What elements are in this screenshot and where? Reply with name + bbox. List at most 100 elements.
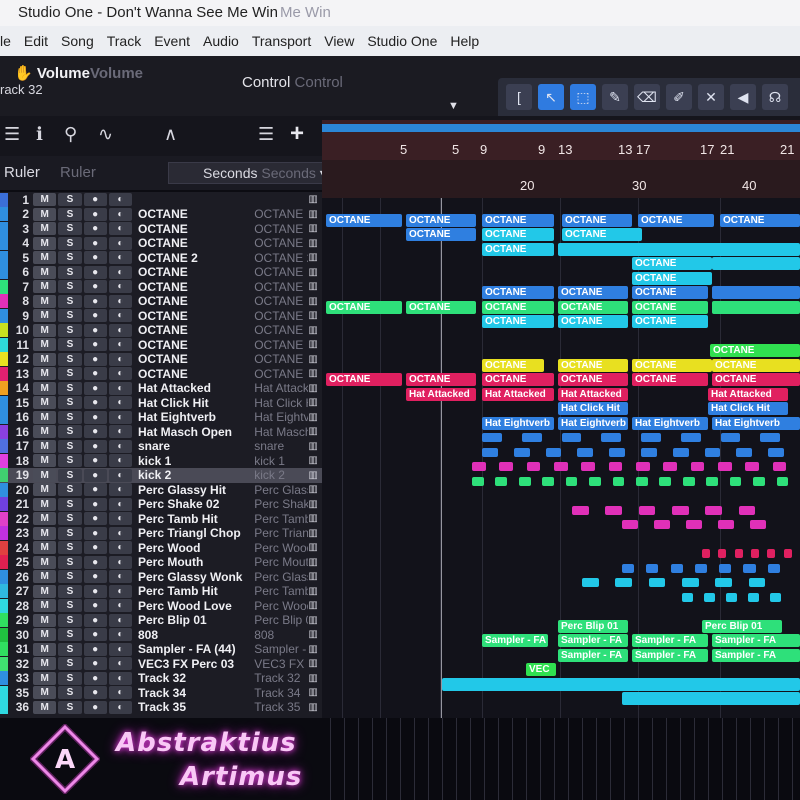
bracket-icon[interactable]: [ [506,84,532,110]
arrange-clip[interactable]: OCTANE [558,315,628,328]
track-name[interactable]: OCTANE [138,309,254,323]
arrange-clip[interactable]: OCTANE [558,358,628,372]
track-list-icon[interactable]: ☰ [258,124,274,145]
solo-button[interactable]: S [58,280,82,293]
track-row[interactable]: 15MS●◐Hat Click HitHat Click Hit▥ [0,395,322,410]
monitor-button[interactable]: ◐ [108,294,132,308]
track-name[interactable]: Hat Attacked [138,381,254,395]
arrange-clip[interactable]: Sampler - FA [632,634,708,647]
arrange-clip[interactable]: OCTANE [562,228,642,241]
arrange-clip[interactable]: Sampler - FA [632,648,708,662]
solo-button[interactable]: S [58,555,82,569]
mute-button[interactable]: M [33,700,57,714]
solo-button[interactable]: S [58,526,82,540]
monitor-button[interactable]: ◐ [108,309,132,322]
arrange-clip[interactable] [442,677,800,691]
monitor-button[interactable]: ◐ [108,265,132,279]
mute-button[interactable]: M [33,599,57,612]
track-name[interactable]: 808 [138,628,254,642]
track-name[interactable]: OCTANE [138,236,254,250]
timebase-select[interactable]: Seconds Seconds ▾ [168,162,322,184]
arrange-clip[interactable]: Hat Eightverb [482,416,554,430]
mute-button[interactable]: M [33,251,57,264]
inspector-icon[interactable]: ℹ [36,124,43,145]
track-name[interactable]: Track 32 [138,671,254,685]
menu-track[interactable]: Track [107,33,141,49]
solo-button[interactable]: S [58,541,82,554]
arrange-clip[interactable]: Sampler - FA [482,634,548,647]
track-name[interactable]: kick 2 [138,468,254,482]
mute-button[interactable]: M [33,367,57,380]
record-button[interactable]: ● [83,425,107,438]
solo-button[interactable]: S [58,613,82,627]
record-button[interactable]: ● [83,381,107,395]
track-name[interactable]: Perc Glassy Hit [138,483,254,497]
search-icon[interactable]: ⚲ [64,124,77,145]
monitor-button[interactable]: ◐ [108,555,132,569]
track-name[interactable]: Track 34 [138,686,254,700]
solo-button[interactable]: S [58,454,82,467]
solo-button[interactable]: S [58,222,82,235]
mute-button[interactable]: M [33,657,57,670]
mute-button[interactable]: M [33,512,57,525]
arrange-clip[interactable]: OCTANE [326,213,402,227]
track-name[interactable]: OCTANE 2 [138,251,254,265]
monitor-button[interactable]: ◐ [108,526,132,540]
track-row[interactable]: 16MS●◐Hat EightverbHat Eightverb▥ [0,410,322,425]
record-button[interactable]: ● [83,323,107,337]
track-name[interactable]: Perc Tamb Hit [138,584,254,598]
mute-button[interactable]: M [33,265,57,279]
arrange-clip[interactable]: OCTANE [482,300,554,314]
record-button[interactable]: ● [83,294,107,308]
monitor-button[interactable]: ◐ [108,193,132,206]
record-button[interactable]: ● [83,555,107,569]
record-button[interactable]: ● [83,193,107,206]
arrange-clip[interactable]: Hat Eightverb [558,416,628,430]
track-name[interactable]: Perc Wood [138,541,254,555]
record-button[interactable]: ● [83,251,107,264]
mute-button[interactable]: M [33,483,57,496]
solo-button[interactable]: S [58,700,82,714]
mute-button[interactable]: M [33,338,57,351]
monitor-button[interactable]: ◐ [108,410,132,424]
record-button[interactable]: ● [83,352,107,366]
track-row[interactable]: 33 M S ● ◐ Track 32 Track 32 ▥ [0,671,322,686]
track-name[interactable]: Perc Glassy Wonk [138,570,254,584]
pointer-icon[interactable]: ↖ [538,84,564,110]
arrange-clip[interactable]: OCTANE [558,286,628,299]
monitor-button[interactable]: ◐ [108,642,132,656]
track-name[interactable]: Perc Triangl Chop [138,526,254,540]
solo-button[interactable]: S [58,294,82,308]
arrange-clip[interactable]: OCTANE [482,242,554,256]
mute-button[interactable]: M [33,454,57,467]
solo-button[interactable]: S [58,512,82,525]
mute-button[interactable]: M [33,613,57,627]
track-row[interactable]: 19 M S ● ◐ kick 2 kick 2 ▥ [0,467,322,483]
arrange-clip[interactable] [712,286,800,299]
solo-button[interactable]: S [58,642,82,656]
arrange-clip[interactable]: OCTANE [406,373,476,386]
track-row[interactable]: 31MS●◐ Sampler - FA (44)Sampler - FA (44)… [0,642,322,657]
arrange-clip[interactable]: VEC [526,663,556,676]
speaker-icon[interactable]: ◀ [730,84,756,110]
track-row[interactable]: 21MS●◐Perc Shake 02Perc Shake 02▥ [0,497,322,512]
track-row[interactable]: 4 M S ● ◐ OCTANE OCTANE ▥ [0,236,322,251]
arrange-clip[interactable]: Hat Attacked [558,387,628,401]
track-row[interactable]: 1 M S ● ◐ ▥ [0,192,322,207]
track-row[interactable]: 26MS●◐Perc Glassy WonkPerc Glassy Wonk▥ [0,569,322,584]
mute-button[interactable]: M [33,207,57,221]
control-dropdown-icon[interactable]: ▼ [448,100,464,112]
mute-tool-icon[interactable]: ✕ [698,84,724,110]
loop-range-bar[interactable] [322,124,800,132]
listen-icon[interactable]: ☊ [762,84,788,110]
solo-button[interactable]: S [58,439,82,453]
arrange-clip[interactable]: OCTANE [326,373,402,386]
arrange-clip[interactable]: OCTANE [712,373,800,386]
track-name[interactable]: snare [138,439,254,453]
menu-studio-one[interactable]: Studio One [367,33,437,49]
track-row[interactable]: 7 M S ● ◐ OCTANE OCTANE ▥ [0,279,322,294]
arrange-clip[interactable]: Sampler - FA [712,634,800,647]
track-name[interactable]: OCTANE [138,323,254,337]
monitor-button[interactable]: ◐ [108,338,132,351]
mute-button[interactable]: M [33,468,57,482]
